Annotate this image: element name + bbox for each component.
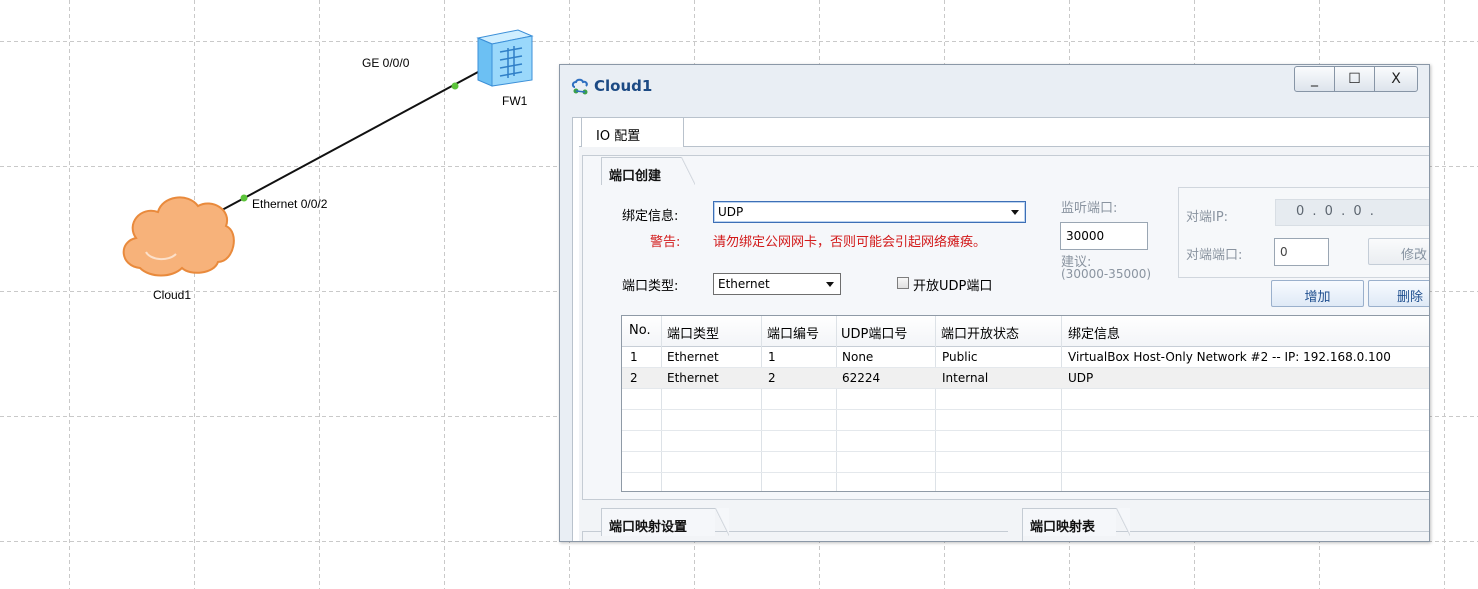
cell-no: 1: [630, 350, 638, 364]
link-endpoint-cloud: [240, 194, 248, 202]
suggest-range: (30000-35000): [1061, 267, 1152, 281]
cell-udp-port: 62224: [842, 371, 881, 385]
listen-port-label: 监听端口:: [1061, 201, 1118, 216]
table-header: [622, 316, 1429, 347]
chevron-down-icon: [1011, 210, 1019, 215]
fw-port-label: GE 0/0/0: [362, 56, 410, 70]
cell-port-type: Ethernet: [667, 371, 719, 385]
cloud-config-dialog: Cloud1 _ ☐ X IO 配置 端口创建 绑定信息: UDP 警告: 请勿…: [559, 64, 1430, 542]
dialog-titlebar[interactable]: Cloud1 _ ☐ X: [560, 65, 1429, 109]
dialog-title: Cloud1: [594, 77, 653, 95]
header-bind-info[interactable]: 绑定信息: [1068, 323, 1120, 342]
header-open-state[interactable]: 端口开放状态: [941, 323, 1019, 342]
port-type-value: Ethernet: [718, 277, 770, 291]
port-table[interactable]: No. 端口类型 端口编号 UDP端口号 端口开放状态 绑定信息 1 Ether…: [621, 315, 1429, 492]
add-button[interactable]: 增加: [1271, 280, 1364, 307]
peer-ip-label: 对端IP:: [1186, 210, 1229, 225]
port-mapping-table-title: 端口映射表: [1022, 508, 1130, 536]
delete-button[interactable]: 删除: [1368, 280, 1429, 307]
table-row[interactable]: 2 Ethernet 2 62224 Internal UDP: [622, 368, 1429, 389]
header-port-type[interactable]: 端口类型: [667, 323, 719, 342]
fw-node-label: FW1: [502, 94, 528, 108]
link-cable[interactable]: [221, 71, 479, 211]
firewall-icon[interactable]: [476, 29, 534, 87]
cloud-icon[interactable]: [122, 196, 235, 277]
peer-ip-input[interactable]: 0 . 0 . 0 .: [1275, 199, 1429, 226]
table-row-empty: [622, 389, 1429, 410]
cell-open-state: Internal: [942, 371, 989, 385]
cell-port-type: Ethernet: [667, 350, 719, 364]
cell-bind-info: UDP: [1068, 371, 1094, 385]
open-udp-label: 开放UDP端口: [913, 279, 993, 294]
listen-port-input[interactable]: 30000: [1060, 222, 1148, 250]
port-type-label: 端口类型:: [622, 279, 679, 294]
port-create-title: 端口创建: [601, 157, 695, 185]
close-button[interactable]: X: [1374, 66, 1418, 92]
bind-info-value: UDP: [718, 205, 744, 219]
table-row[interactable]: 1 Ethernet 1 None Public VirtualBox Host…: [622, 347, 1429, 368]
bind-info-label: 绑定信息:: [622, 209, 679, 224]
link-endpoint-fw: [451, 82, 459, 90]
peer-port-input[interactable]: 0: [1274, 238, 1329, 266]
cloud-network-icon: [571, 78, 588, 95]
port-mapping-settings-title: 端口映射设置: [601, 508, 729, 536]
header-udp-port[interactable]: UDP端口号: [841, 323, 907, 342]
bind-info-select[interactable]: UDP: [713, 201, 1026, 223]
cloud-port-label: Ethernet 0/0/2: [252, 197, 328, 211]
port-type-select[interactable]: Ethernet: [713, 273, 841, 295]
table-row-empty: [622, 452, 1429, 473]
cell-no: 2: [630, 371, 638, 385]
cell-bind-info: VirtualBox Host-Only Network #2 -- IP: 1…: [1068, 350, 1391, 364]
header-port-number[interactable]: 端口编号: [767, 323, 819, 342]
table-row-empty: [622, 431, 1429, 452]
header-no[interactable]: No.: [629, 323, 651, 338]
cell-open-state: Public: [942, 350, 978, 364]
cell-port-number: 1: [768, 350, 776, 364]
cloud-node-label: Cloud1: [153, 288, 192, 302]
chevron-down-icon: [826, 282, 834, 287]
tab-io-config[interactable]: IO 配置: [581, 117, 684, 147]
warning-text: 请勿绑定公网网卡，否则可能会引起网络瘫痪。: [713, 235, 987, 250]
table-row-empty: [622, 473, 1429, 491]
peer-port-label: 对端端口:: [1186, 248, 1243, 263]
warning-label: 警告:: [650, 235, 681, 250]
table-row-empty: [622, 410, 1429, 431]
open-udp-checkbox[interactable]: [897, 277, 909, 289]
maximize-button[interactable]: ☐: [1334, 66, 1375, 92]
cell-udp-port: None: [842, 350, 874, 364]
modify-button[interactable]: 修改: [1368, 238, 1429, 265]
minimize-button[interactable]: _: [1294, 66, 1335, 92]
cell-port-number: 2: [768, 371, 776, 385]
